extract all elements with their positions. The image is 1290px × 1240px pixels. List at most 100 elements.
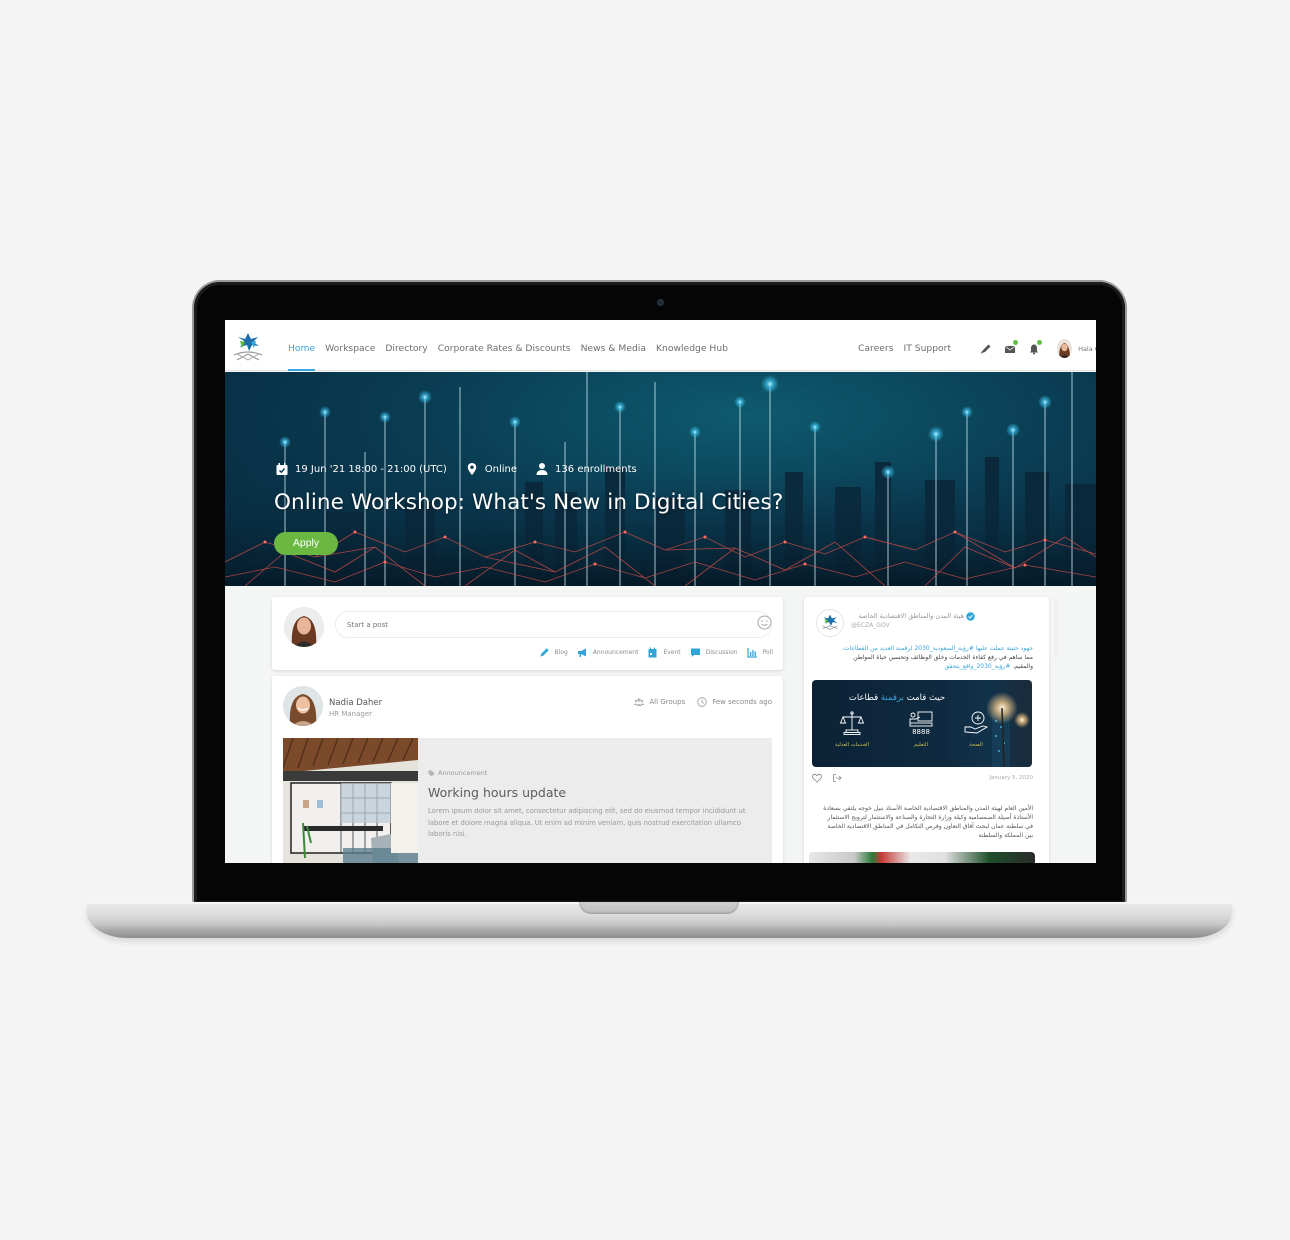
ecza-logo[interactable]	[231, 329, 265, 363]
nav-news-media[interactable]: News & Media	[581, 320, 646, 371]
tweet-media-image[interactable]: حيث قامت برقمنة قطاعات الخدمات العدلية 8…	[812, 680, 1032, 767]
media-title-text: حيث قامت	[906, 693, 946, 703]
post-type-label: Event	[663, 649, 681, 656]
laptop-base	[87, 902, 1232, 938]
feed-post: Nadia Daher HR Manager All Groups Few se…	[272, 676, 783, 863]
post-excerpt: Lorem ipsum dolor sit amet, consectetur …	[428, 807, 746, 838]
post-meta: All Groups Few seconds ago	[634, 697, 772, 707]
event-meta: 19 Jun '21 18:00 - 21:00 (UTC) Online 13…	[275, 462, 637, 476]
post-title[interactable]: Working hours update	[428, 785, 566, 800]
top-nav: Home Workspace Directory Corporate Rates…	[225, 320, 1096, 371]
author-avatar[interactable]	[283, 686, 323, 726]
emoji-icon[interactable]	[757, 615, 772, 630]
location-pin-icon	[467, 463, 476, 475]
current-user-avatar	[284, 607, 324, 647]
tweet-text-line: والمقيم. #رؤية_2030_واقع_يتحقق	[818, 662, 1033, 671]
tweet-hashtag[interactable]: #رؤية_2030_واقع_يتحقق	[944, 663, 1010, 670]
tag-icon	[428, 769, 435, 777]
megaphone-icon	[577, 648, 586, 657]
post-time: Few seconds ago	[712, 698, 772, 706]
page-canvas: Home Workspace Directory Corporate Rates…	[0, 0, 1290, 1240]
sector-justice: الخدمات العدلية	[832, 710, 872, 748]
calendar-check-icon	[276, 463, 288, 475]
post-composer: Blog Announcement Event Discussion	[272, 597, 783, 670]
nav-corporate-rates[interactable]: Corporate Rates & Discounts	[438, 320, 571, 371]
nav-it-support[interactable]: IT Support	[904, 320, 952, 371]
post-type-label: Poll	[762, 649, 773, 656]
post-type-announcement[interactable]: Announcement	[577, 647, 639, 658]
tweet-media-image-2[interactable]	[809, 852, 1035, 863]
sector-education: 8888 التعليم	[901, 710, 941, 748]
tweet-account-name[interactable]: هيئة المدن والمناطق الاقتصادية الخاصة	[859, 612, 964, 620]
pencil-icon[interactable]	[979, 342, 993, 356]
user-name: Hala Omar	[1078, 344, 1096, 353]
tweet-actions	[812, 773, 842, 783]
post-type-label: Blog	[554, 649, 568, 656]
tweet-text: جهود حثيثة عملت عليها #رؤية_السعودية_203…	[818, 644, 1033, 671]
post-content[interactable]: Announcement Working hours update Lorem …	[283, 738, 772, 863]
user-menu[interactable]: Hala Omar	[1057, 339, 1096, 358]
post-category-label: Announcement	[438, 769, 488, 777]
sector-label: التعليم	[914, 742, 928, 748]
post-type-event[interactable]: Event	[647, 647, 681, 658]
tweet-text-line: مما ساهم في رفع كفاءة الخدمات وخلق الوظا…	[853, 654, 1033, 661]
sector-label: الصحة	[969, 742, 983, 748]
user-avatar	[1057, 339, 1073, 358]
nav-home[interactable]: Home	[288, 320, 316, 371]
bell-icon[interactable]	[1027, 339, 1043, 356]
tweet-media-title: حيث قامت برقمنة قطاعات	[812, 693, 982, 703]
media-title-text: قطاعات	[848, 693, 879, 703]
lid-opening-notch	[579, 902, 739, 914]
tweet-text-2: الأمين العام لهيئة المدن والمناطق الاقتص…	[823, 805, 1033, 839]
laptop-lid: Home Workspace Directory Corporate Rates…	[194, 282, 1125, 904]
heart-icon[interactable]	[812, 773, 822, 783]
event-hero-banner: 19 Jun '21 18:00 - 21:00 (UTC) Online 13…	[225, 372, 1096, 586]
tweet-handle[interactable]: @ECZA_GOV	[851, 622, 890, 629]
post-type-discussion[interactable]: Discussion	[690, 647, 738, 658]
svg-text:8888: 8888	[912, 728, 930, 736]
health-hand-icon	[964, 711, 989, 734]
nav-careers[interactable]: Careers	[858, 320, 894, 371]
ecza-twitter-avatar[interactable]	[816, 609, 844, 637]
webcam	[657, 299, 664, 306]
post-type-label: Discussion	[705, 649, 738, 656]
post-type-blog[interactable]: Blog	[539, 647, 568, 658]
nav-directory[interactable]: Directory	[385, 320, 427, 371]
post-type-label: Announcement	[592, 649, 639, 656]
tweet-text-line: جهود حثيثة عملت عليها #رؤية_السعودية_203…	[841, 645, 1033, 652]
media-title-highlight: برقمنة	[880, 693, 905, 703]
post-category: Announcement	[428, 769, 487, 777]
clock-icon	[697, 697, 707, 707]
pencil-icon	[540, 648, 549, 657]
event-enrollments: 136 enrollments	[555, 463, 637, 475]
post-author-name[interactable]: Nadia Daher	[329, 698, 382, 708]
post-audience[interactable]: All Groups	[649, 698, 685, 706]
tweet-date: January 5, 2020	[989, 775, 1033, 781]
twitter-feed-widget: هيئة المدن والمناطق الاقتصادية الخاصة @E…	[804, 597, 1049, 863]
post-type-options: Blog Announcement Event Discussion Poll	[539, 647, 773, 658]
bell-notification-dot	[1037, 339, 1043, 345]
sector-health: الصحة	[956, 710, 996, 748]
post-type-poll[interactable]: Poll	[746, 647, 773, 658]
digital-city-background	[225, 372, 1096, 586]
user-icon	[536, 463, 548, 475]
apply-button[interactable]: Apply	[274, 532, 338, 555]
start-post-input[interactable]	[335, 611, 772, 638]
tweet-widget-scrollbar[interactable]	[1054, 597, 1058, 657]
event-title: Online Workshop: What's New in Digital C…	[274, 490, 784, 515]
classroom-icon: 8888	[909, 711, 933, 736]
nav-knowledge-hub[interactable]: Knowledge Hub	[656, 320, 728, 371]
mail-notification-dot	[1013, 339, 1019, 345]
nav-right: Careers IT Support Hala	[858, 320, 1096, 371]
scales-of-justice-icon	[839, 711, 865, 735]
group-icon	[634, 698, 645, 706]
nav-workspace[interactable]: Workspace	[325, 320, 375, 371]
office-image	[283, 738, 418, 863]
share-icon[interactable]	[832, 773, 842, 783]
mail-icon[interactable]	[1003, 339, 1019, 356]
verified-badge-icon	[966, 612, 975, 621]
sector-label: الخدمات العدلية	[834, 742, 870, 748]
tweet-text-plain: والمقيم.	[1012, 663, 1033, 670]
main-nav-links: Home Workspace Directory Corporate Rates…	[288, 320, 728, 371]
event-date: 19 Jun '21 18:00 - 21:00 (UTC)	[295, 463, 447, 475]
